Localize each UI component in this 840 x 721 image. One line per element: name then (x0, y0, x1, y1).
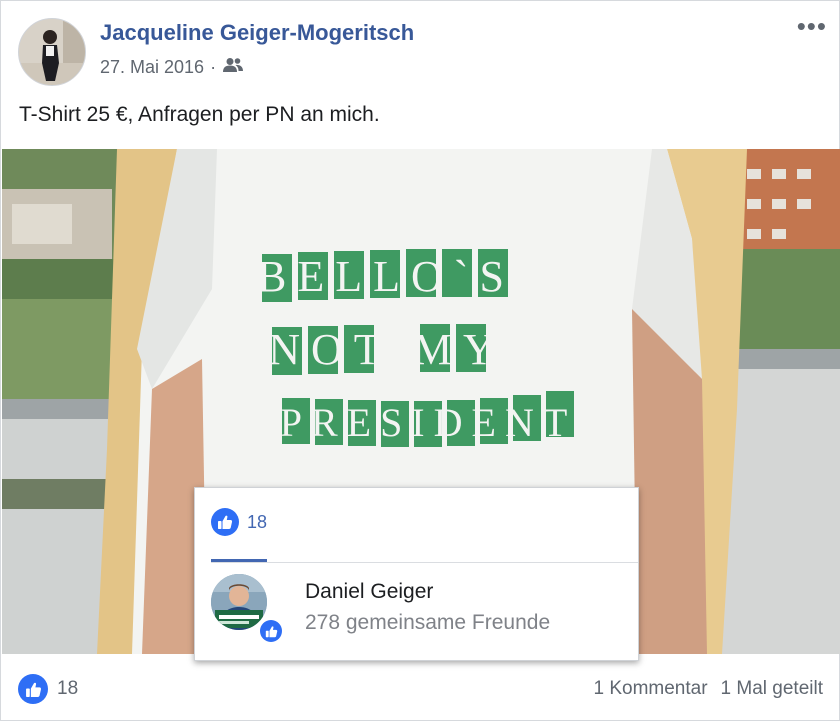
like-icon (211, 508, 239, 536)
shares-count-link[interactable]: 1 Mal geteilt (721, 678, 823, 700)
reactions-popover: 18 Daniel Geiger 278 gemeinsame Freunde (194, 487, 639, 661)
footer-reactions[interactable]: 18 (18, 674, 78, 704)
friend-avatar[interactable] (211, 574, 267, 630)
shirt-line-3: PRESIDENT (280, 400, 577, 445)
like-icon (18, 674, 48, 704)
footer-stats: 1 Kommentar 1 Mal geteilt (594, 678, 824, 700)
post-card: Jacqueline Geiger-Mogeritsch 27. Mai 201… (0, 0, 840, 721)
comments-count-link[interactable]: 1 Kommentar (594, 678, 708, 700)
mutual-friends[interactable]: 278 gemeinsame Freunde (305, 611, 550, 635)
author-avatar[interactable] (18, 18, 86, 86)
post-text: T-Shirt 25 €, Anfragen per PN an mich. (19, 103, 380, 126)
friends-icon (222, 57, 244, 78)
meta-separator: · (210, 57, 217, 77)
like-icon (260, 620, 282, 642)
more-options-icon[interactable]: ••• (797, 13, 827, 39)
shirt-line-1: BELLO`S (257, 252, 515, 301)
popover-divider (211, 562, 638, 563)
shirt-line-2: NOT MY (268, 325, 506, 374)
popover-like-tab[interactable]: 18 (211, 508, 267, 536)
popover-like-count: 18 (247, 511, 268, 532)
friend-name[interactable]: Daniel Geiger (305, 580, 433, 604)
post-date[interactable]: 27. Mai 2016 (100, 57, 204, 78)
author-name[interactable]: Jacqueline Geiger-Mogeritsch (100, 20, 414, 46)
post-meta: 27. Mai 2016 · (100, 57, 244, 78)
footer-like-count: 18 (57, 678, 79, 699)
friend-like-badge (258, 618, 284, 644)
